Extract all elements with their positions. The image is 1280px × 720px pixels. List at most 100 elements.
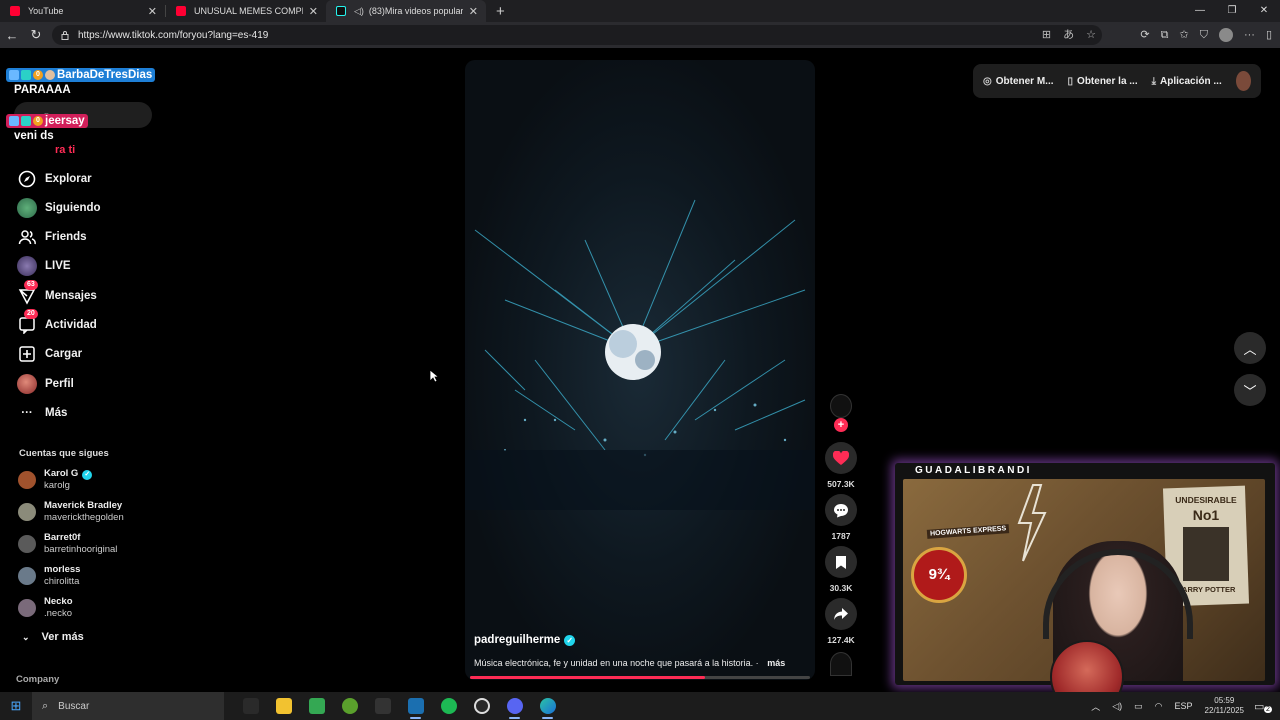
edge-app[interactable] [531, 692, 564, 720]
minimize-icon[interactable]: — [1184, 0, 1216, 22]
company-link[interactable]: Company [16, 674, 59, 685]
favorites-icon[interactable]: ✩ [1179, 25, 1188, 45]
chat-message: 0 jeersay veni ds [6, 114, 88, 142]
volume-icon[interactable]: ◁) [1112, 701, 1122, 712]
folder-icon [275, 698, 292, 714]
sidebar-item-explorar[interactable]: Explorar [16, 168, 92, 190]
upload-icon [16, 344, 38, 364]
new-tab-icon[interactable]: + [496, 3, 505, 20]
like-button[interactable]: 507.3K [825, 442, 857, 489]
obs-app[interactable] [465, 692, 498, 720]
get-coins-label: Obtener M... [995, 75, 1054, 87]
clock[interactable]: 05:59 22/11/2025 [1205, 696, 1244, 716]
friends-icon [16, 227, 38, 247]
restore-icon[interactable]: ❐ [1216, 0, 1248, 22]
sidebar-item-mensajes[interactable]: 63 Mensajes [16, 280, 97, 307]
get-coins-button[interactable]: ◎ Obtener M... [983, 76, 1054, 87]
close-tab-icon[interactable]: ✕ [469, 5, 478, 18]
tab-youtube[interactable]: YouTube ✕ [0, 0, 165, 22]
refresh-icon[interactable]: ↻ [24, 27, 48, 43]
next-video-button[interactable]: ﹀ [1234, 374, 1266, 406]
xbox-icon [341, 698, 358, 714]
wifi-icon[interactable]: ◠ [1155, 701, 1163, 712]
file-explorer-app[interactable] [267, 692, 300, 720]
sidebar-item-live[interactable]: LIVE [16, 255, 71, 277]
avatar [18, 599, 36, 617]
discord-app[interactable] [498, 692, 531, 720]
previous-video-button[interactable]: ︿ [1234, 332, 1266, 364]
tray-overflow-icon[interactable]: ︿ [1091, 700, 1100, 713]
video-player[interactable] [465, 60, 815, 680]
favorite-star-icon[interactable]: ☆ [1086, 25, 1096, 45]
taskbar-search[interactable]: ⌕ Buscar [32, 692, 224, 720]
user-avatar[interactable] [1235, 71, 1251, 91]
sidebar-item-label: Explorar [45, 173, 92, 185]
phone-icon: ▯ [1067, 75, 1074, 87]
get-app-button[interactable]: ▯ Obtener la ... [1068, 76, 1138, 87]
chevron-up-icon: ︿ [1243, 341, 1257, 357]
video-progress-bar[interactable] [470, 676, 810, 679]
close-tab-icon[interactable]: ✕ [309, 5, 318, 18]
tab-tiktok[interactable]: ◁) (83)Mira videos populares sc ✕ [326, 0, 486, 22]
more-link[interactable]: más [767, 658, 785, 668]
sub-badge-icon: 0 [33, 116, 43, 126]
speaker-icon[interactable]: ◁) [354, 6, 364, 17]
verified-icon: ✓ [564, 634, 576, 646]
sidebar-item-for-you[interactable]: ra ti [55, 144, 75, 156]
refresh-page-icon[interactable]: ⟳ [1140, 25, 1149, 45]
comment-button[interactable]: 1787 [825, 494, 857, 541]
menu-dots-icon[interactable]: ··· [1244, 25, 1255, 45]
share-button[interactable]: 127.4K [825, 598, 857, 645]
desktop-app-button[interactable]: ⤓ Aplicación ... [1152, 76, 1222, 87]
taskview-app[interactable] [234, 692, 267, 720]
close-tab-icon[interactable]: ✕ [148, 5, 157, 18]
url-field[interactable]: https://www.tiktok.com/foryou?lang=es-41… [52, 25, 1102, 45]
steam-app[interactable] [399, 692, 432, 720]
sub-badge-icon: 0 [33, 70, 43, 80]
messages-icon: 63 [16, 280, 38, 306]
platform-sign: 9¾ [911, 547, 967, 603]
sidebar-item-siguiendo[interactable]: Siguiendo [16, 197, 101, 219]
notification-icon[interactable]: ▭ 2 [1254, 700, 1274, 713]
sidebar-item-mas[interactable]: ··· Más [16, 402, 67, 424]
network-icon[interactable]: ▭ [1134, 701, 1143, 712]
language-indicator[interactable]: ESP [1175, 701, 1193, 711]
sidebar-item-friends[interactable]: Friends [16, 226, 87, 248]
lock-icon [61, 31, 69, 40]
save-button[interactable]: 30.3K [825, 546, 857, 593]
following-account[interactable]: Barret0f barretinhooriginal [18, 532, 117, 556]
sidebar-item-cargar[interactable]: Cargar [16, 343, 82, 365]
following-account[interactable]: morless chirolitta [18, 564, 80, 588]
author-avatar[interactable] [830, 394, 852, 418]
tiktok-favicon-icon [336, 6, 346, 16]
spotify-app[interactable] [432, 692, 465, 720]
following-account[interactable]: Maverick Bradley maverickthegolden [18, 500, 124, 524]
widgets-app[interactable] [300, 692, 333, 720]
sidebar-item-perfil[interactable]: Perfil [16, 373, 74, 395]
following-account[interactable]: Necko .necko [18, 596, 73, 620]
xbox-app[interactable] [333, 692, 366, 720]
close-window-icon[interactable]: ✕ [1248, 0, 1280, 22]
chat-message: 0 BarbaDeTresDias PARAAAA [6, 68, 156, 96]
epic-games-app[interactable] [366, 692, 399, 720]
sidebar-item-actividad[interactable]: 20 Actividad [16, 309, 97, 336]
heart-icon [825, 442, 857, 474]
account-handle: maverickthegolden [44, 512, 124, 523]
music-disc-icon[interactable] [830, 652, 852, 676]
windows-start-icon[interactable]: ⊞ [0, 698, 32, 714]
avatar [18, 535, 36, 553]
account-name-row: Karol G ✓ [44, 468, 93, 480]
badge-icon [21, 70, 31, 80]
translate-icon[interactable]: あ [1063, 25, 1074, 45]
video-author[interactable]: padreguilherme ✓ [474, 634, 576, 646]
following-account[interactable]: Karol G ✓ karolg [18, 468, 93, 492]
browser-profile-avatar[interactable] [1218, 28, 1233, 42]
shield-icon[interactable]: ⛉ [1200, 25, 1208, 45]
sidebar-toggle-icon[interactable]: ▯ [1266, 25, 1272, 45]
back-icon[interactable]: ← [0, 28, 24, 43]
app-available-icon[interactable]: ⊞ [1042, 25, 1051, 45]
tab-memes[interactable]: UNUSUAL MEMES COMPILATION ✕ [166, 0, 326, 22]
extensions-icon[interactable]: ⧉ [1161, 25, 1169, 45]
see-more-button[interactable]: ⌄ Ver más [22, 631, 84, 643]
follow-plus-icon[interactable]: + [834, 418, 848, 432]
